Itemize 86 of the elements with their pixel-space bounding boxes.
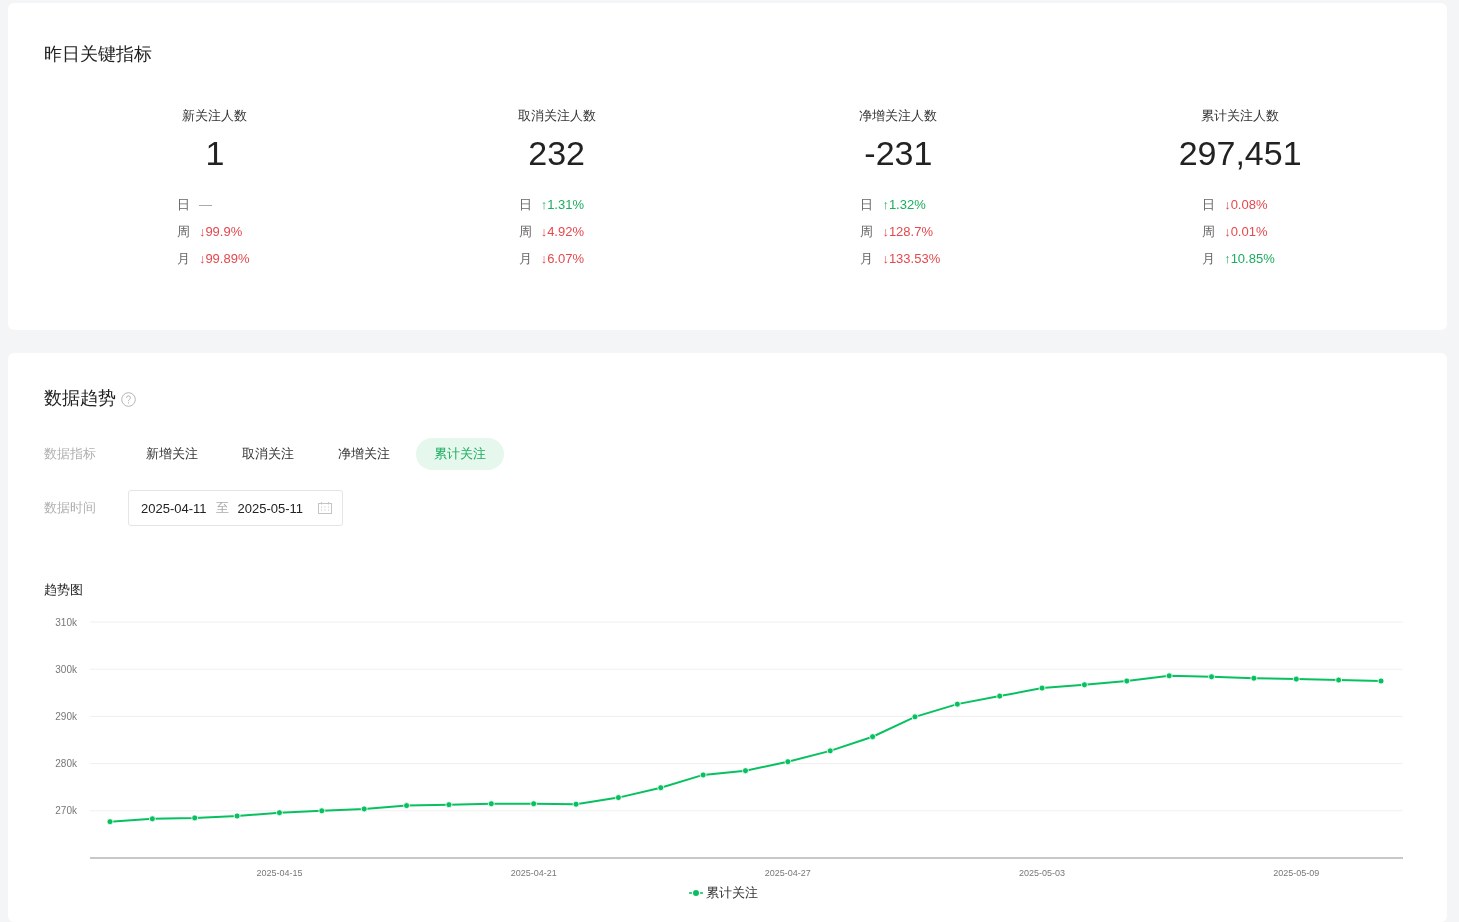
y-axis-label: 280k [55, 758, 77, 770]
period-label: 周 [176, 222, 191, 241]
y-axis-label: 310k [55, 616, 77, 628]
data-point [106, 818, 114, 826]
y-axis-label: 290k [55, 710, 77, 722]
data-point [1208, 673, 1215, 681]
metric-tab[interactable]: 净增关注 [320, 438, 408, 470]
data-point [996, 692, 1004, 700]
data-point [869, 733, 876, 741]
data-point [360, 805, 368, 813]
data-point [615, 794, 622, 801]
period-label: 月 [176, 249, 191, 268]
change-value: ↓128.7% [882, 224, 933, 239]
period-label: 周 [1202, 222, 1217, 241]
period-label: 周 [518, 222, 533, 241]
data-point [953, 700, 961, 708]
data-point [1335, 676, 1343, 684]
help-icon[interactable] [121, 391, 136, 407]
change-value: ↓4.92% [540, 224, 584, 239]
change-value: ↓0.01% [1224, 224, 1268, 239]
data-point [784, 758, 792, 766]
filter-label: 数据指标 [44, 445, 97, 463]
change-value: ↑10.85% [1224, 251, 1275, 266]
filter-label: 数据时间 [44, 499, 97, 517]
data-point [1081, 681, 1088, 689]
period-label: 月 [1202, 249, 1217, 268]
period-label: 周 [860, 222, 875, 241]
data-point [1292, 675, 1300, 683]
y-axis-label: 270k [55, 805, 77, 817]
metric-value: 297,451 [1178, 133, 1302, 173]
data-point [699, 771, 707, 779]
data-point [572, 800, 580, 808]
data-point [487, 800, 495, 808]
data-point [403, 802, 410, 809]
data-point [1377, 677, 1385, 685]
data-point [1250, 674, 1258, 682]
metric-value: 232 [528, 133, 585, 173]
change-value: ↓99.89% [198, 251, 250, 266]
change-value: ↓6.07% [540, 251, 584, 266]
metric-value: -231 [864, 133, 933, 173]
period-label: 日 [860, 195, 875, 214]
data-point [191, 814, 199, 822]
legend-line-icon [689, 889, 703, 897]
change-value: ↓0.08% [1224, 197, 1268, 212]
data-point [445, 801, 453, 809]
data-point [1165, 672, 1173, 680]
data-point [826, 747, 834, 755]
metric-label: 净增关注人数 [859, 107, 938, 125]
period-label: 月 [518, 249, 533, 268]
period-label: 日 [518, 195, 533, 214]
x-axis-label: 2025-04-27 [764, 868, 811, 878]
metric-value: 1 [205, 133, 225, 173]
legend-label: 累计关注 [706, 884, 758, 902]
x-axis-label: 2025-04-15 [256, 868, 303, 878]
date-range-field[interactable]: 2025-04-11 至 2025-05-11 [128, 490, 344, 526]
chart-title: 趋势图 [44, 581, 84, 599]
metric-label: 新关注人数 [182, 107, 248, 125]
section-title: 昨日关键指标 [44, 43, 153, 66]
data-point [318, 807, 326, 815]
data-point [1123, 677, 1131, 685]
x-axis-label: 2025-05-09 [1273, 868, 1320, 878]
data-point [233, 812, 241, 820]
metric-tab[interactable]: 取消关注 [224, 438, 312, 470]
data-point [148, 815, 156, 823]
data-point [911, 713, 919, 721]
metric-label: 取消关注人数 [517, 107, 596, 125]
change-value: ↑1.31% [540, 197, 584, 212]
y-axis-label: 300k [55, 663, 77, 675]
change-value: ↑1.32% [882, 197, 926, 212]
period-label: 日 [176, 195, 191, 214]
data-point [530, 800, 538, 808]
change-value: ↓99.9% [198, 224, 243, 239]
section-title: 数据趋势 [44, 387, 116, 410]
data-point [276, 809, 283, 817]
period-label: 月 [860, 249, 875, 268]
change-value: ↓133.53% [882, 251, 941, 266]
data-point [742, 767, 749, 775]
calendar-icon [318, 502, 333, 514]
metric-tab[interactable]: 新增关注 [128, 438, 216, 470]
period-label: 日 [1202, 195, 1217, 214]
change-value: — [198, 197, 212, 212]
x-axis-label: 2025-04-21 [510, 868, 557, 878]
data-point [1038, 684, 1046, 692]
data-point [657, 784, 665, 792]
metric-label: 累计关注人数 [1201, 107, 1280, 125]
x-axis-label: 2025-05-03 [1019, 868, 1066, 878]
